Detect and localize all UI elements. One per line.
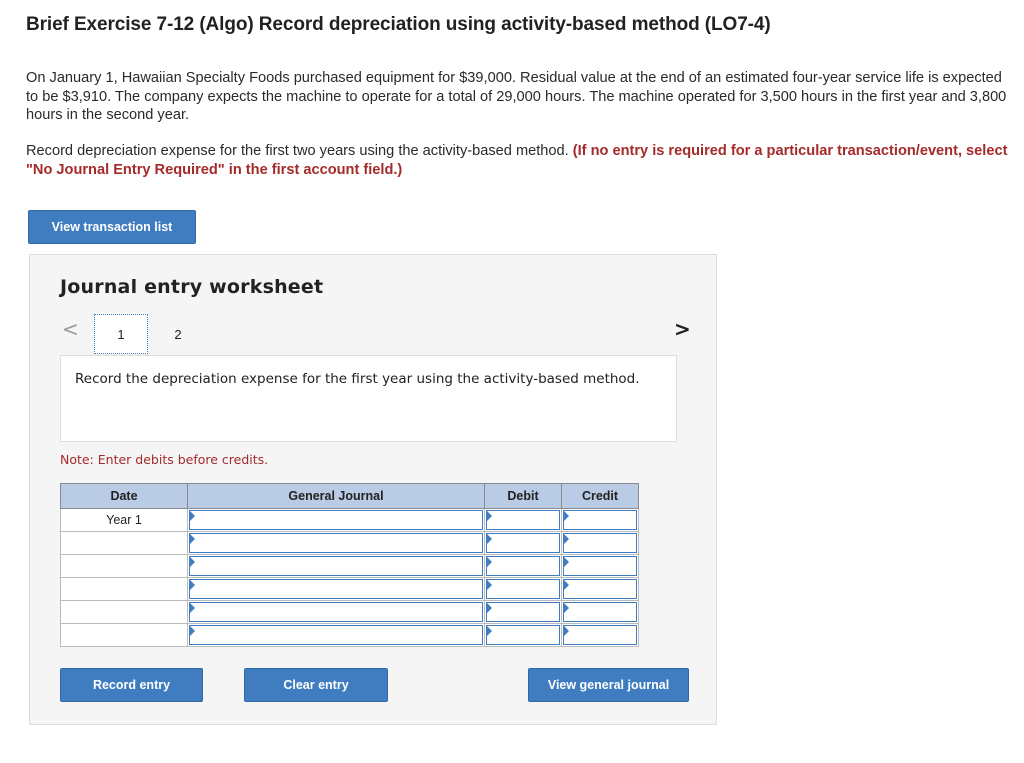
credit-cell bbox=[561, 600, 639, 624]
table-row: Year 1 bbox=[60, 508, 639, 532]
table-row bbox=[60, 577, 639, 601]
account-input[interactable] bbox=[189, 579, 483, 599]
account-input[interactable] bbox=[189, 556, 483, 576]
table-row bbox=[60, 623, 639, 647]
journal-table: Date General Journal Debit Credit Year 1 bbox=[60, 483, 639, 647]
credit-cell bbox=[561, 577, 639, 601]
view-general-journal-button[interactable]: View general journal bbox=[528, 668, 689, 702]
table-row bbox=[60, 600, 639, 624]
header-general-journal: General Journal bbox=[187, 483, 485, 509]
table-row bbox=[60, 531, 639, 555]
journal-entry-worksheet: Journal entry worksheet < 1 2 > Record t… bbox=[29, 254, 717, 725]
credit-input[interactable] bbox=[563, 556, 637, 576]
account-input[interactable] bbox=[189, 625, 483, 645]
credit-cell bbox=[561, 508, 639, 532]
header-credit: Credit bbox=[561, 483, 639, 509]
credit-cell bbox=[561, 531, 639, 555]
debit-input[interactable] bbox=[486, 602, 560, 622]
debit-cell bbox=[484, 600, 562, 624]
note-text: Note: Enter debits before credits. bbox=[60, 452, 269, 467]
journal-cell bbox=[187, 600, 485, 624]
next-arrow-icon[interactable]: > bbox=[674, 317, 691, 341]
account-input[interactable] bbox=[189, 533, 483, 553]
credit-input[interactable] bbox=[563, 602, 637, 622]
credit-cell bbox=[561, 623, 639, 647]
debit-input[interactable] bbox=[486, 625, 560, 645]
debit-cell bbox=[484, 531, 562, 555]
credit-input[interactable] bbox=[563, 579, 637, 599]
credit-cell bbox=[561, 554, 639, 578]
worksheet-title: Journal entry worksheet bbox=[60, 276, 324, 298]
date-cell bbox=[60, 600, 188, 624]
debit-cell bbox=[484, 554, 562, 578]
date-cell bbox=[60, 554, 188, 578]
journal-cell bbox=[187, 623, 485, 647]
problem-instructions: Record depreciation expense for the firs… bbox=[26, 142, 1011, 179]
prev-arrow-icon[interactable]: < bbox=[62, 317, 79, 341]
header-date: Date bbox=[60, 483, 188, 509]
instruction-text: Record the depreciation expense for the … bbox=[75, 371, 640, 387]
table-header-row: Date General Journal Debit Credit bbox=[60, 483, 639, 509]
debit-cell bbox=[484, 577, 562, 601]
record-entry-button[interactable]: Record entry bbox=[60, 668, 203, 702]
debit-input[interactable] bbox=[486, 533, 560, 553]
tab-1[interactable]: 1 bbox=[94, 314, 148, 354]
date-cell bbox=[60, 623, 188, 647]
header-debit: Debit bbox=[484, 483, 562, 509]
credit-input[interactable] bbox=[563, 533, 637, 553]
debit-input[interactable] bbox=[486, 556, 560, 576]
view-transaction-list-button[interactable]: View transaction list bbox=[28, 210, 196, 244]
debit-cell bbox=[484, 623, 562, 647]
date-cell bbox=[60, 577, 188, 601]
tab-2[interactable]: 2 bbox=[168, 314, 188, 354]
journal-cell bbox=[187, 554, 485, 578]
date-cell: Year 1 bbox=[60, 508, 188, 532]
journal-cell bbox=[187, 508, 485, 532]
credit-input[interactable] bbox=[563, 510, 637, 530]
problem-description: On January 1, Hawaiian Specialty Foods p… bbox=[26, 70, 1007, 123]
debit-cell bbox=[484, 508, 562, 532]
journal-cell bbox=[187, 531, 485, 555]
instruction-box: Record the depreciation expense for the … bbox=[60, 355, 677, 442]
debit-input[interactable] bbox=[486, 510, 560, 530]
table-row bbox=[60, 554, 639, 578]
credit-input[interactable] bbox=[563, 625, 637, 645]
account-input[interactable] bbox=[189, 602, 483, 622]
clear-entry-button[interactable]: Clear entry bbox=[244, 668, 388, 702]
instructions-text: Record depreciation expense for the firs… bbox=[26, 143, 569, 159]
page-title: Brief Exercise 7-12 (Algo) Record deprec… bbox=[26, 14, 771, 35]
debit-input[interactable] bbox=[486, 579, 560, 599]
journal-cell bbox=[187, 577, 485, 601]
date-cell bbox=[60, 531, 188, 555]
account-input[interactable] bbox=[189, 510, 483, 530]
